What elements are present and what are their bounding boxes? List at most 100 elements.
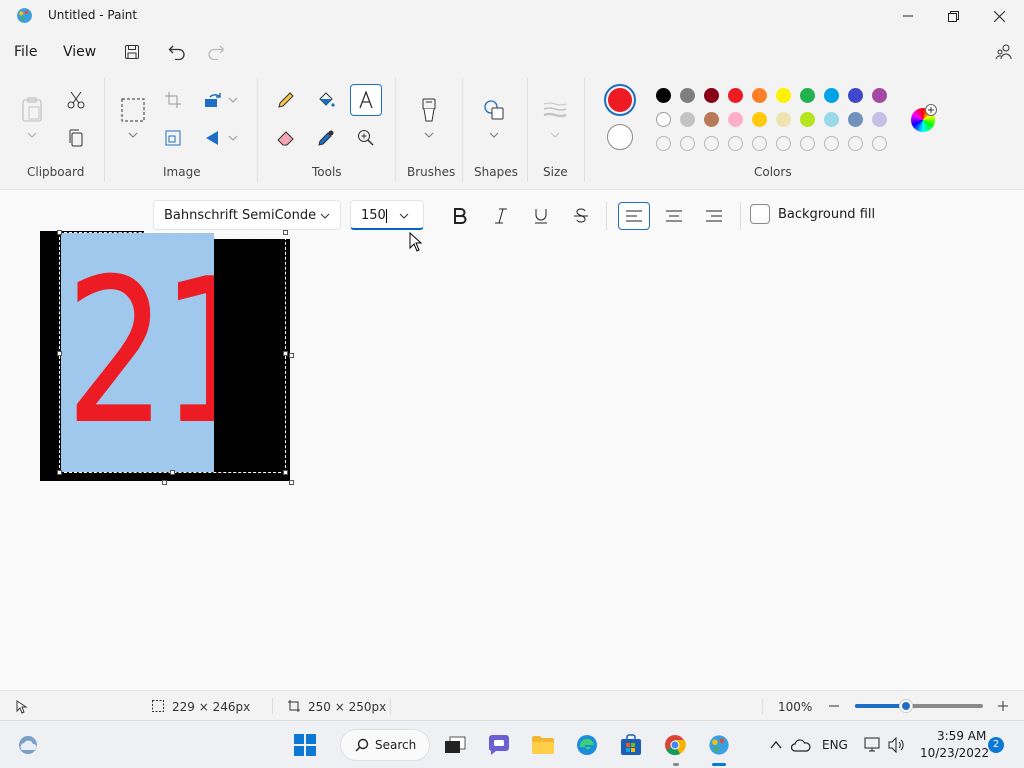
- volume-icon[interactable]: [888, 737, 906, 753]
- underline-button[interactable]: [525, 202, 557, 230]
- color-swatch[interactable]: [800, 112, 815, 127]
- align-right-button[interactable]: [698, 202, 730, 230]
- cut-button[interactable]: [62, 86, 90, 114]
- align-left-button[interactable]: [618, 202, 650, 230]
- chevron-up-icon[interactable]: [770, 740, 782, 750]
- magnifier-tool[interactable]: [352, 124, 380, 152]
- weather-widget[interactable]: [16, 733, 40, 757]
- paint-taskbar-button[interactable]: [707, 733, 731, 757]
- flip-button[interactable]: [199, 124, 227, 152]
- font-size-select[interactable]: 150: [350, 200, 424, 230]
- pencil-tool[interactable]: [272, 86, 300, 114]
- resize-handle[interactable]: [283, 470, 288, 475]
- rotate-button[interactable]: [199, 86, 227, 114]
- color-swatch[interactable]: [752, 136, 767, 151]
- select-button[interactable]: [119, 96, 147, 124]
- color-swatch[interactable]: [680, 136, 695, 151]
- teams-button[interactable]: [487, 733, 511, 757]
- start-button[interactable]: [293, 733, 317, 757]
- menu-file[interactable]: File: [14, 44, 37, 60]
- color-swatch[interactable]: [680, 88, 695, 103]
- fill-tool[interactable]: [312, 86, 340, 114]
- crop-button[interactable]: [159, 86, 187, 114]
- shapes-button[interactable]: [480, 96, 508, 124]
- background-fill-checkbox[interactable]: Background fill: [750, 204, 875, 224]
- account-button[interactable]: [993, 41, 1015, 63]
- resize-handle[interactable]: [57, 230, 62, 235]
- redo-button[interactable]: [205, 41, 227, 63]
- color-swatch[interactable]: [872, 136, 887, 151]
- color-swatch[interactable]: [728, 88, 743, 103]
- chrome-button[interactable]: [663, 733, 687, 757]
- color-swatch[interactable]: [776, 136, 791, 151]
- color-swatch[interactable]: [728, 136, 743, 151]
- color-swatch[interactable]: [848, 136, 863, 151]
- language-indicator[interactable]: ENG: [822, 738, 848, 752]
- strikethrough-button[interactable]: [565, 202, 597, 230]
- store-button[interactable]: [619, 733, 643, 757]
- align-center-button[interactable]: [658, 202, 690, 230]
- resize-handle[interactable]: [170, 470, 175, 475]
- color-swatch[interactable]: [824, 88, 839, 103]
- undo-button[interactable]: [166, 41, 188, 63]
- save-button[interactable]: [121, 41, 143, 63]
- zoom-out-icon[interactable]: [828, 700, 840, 712]
- eraser-tool[interactable]: [272, 124, 300, 152]
- color-swatch[interactable]: [872, 88, 887, 103]
- clock-time[interactable]: 3:59 AM: [937, 729, 986, 743]
- color-swatch[interactable]: [752, 112, 767, 127]
- resize-button[interactable]: [159, 124, 187, 152]
- copy-button[interactable]: [62, 124, 90, 152]
- italic-button[interactable]: [485, 202, 517, 230]
- color-swatch[interactable]: [704, 112, 719, 127]
- taskbar-search[interactable]: Search: [340, 729, 430, 761]
- color-picker-tool[interactable]: [312, 124, 340, 152]
- edge-button[interactable]: [575, 733, 599, 757]
- bold-button[interactable]: [444, 202, 476, 230]
- notification-badge[interactable]: 2: [988, 737, 1004, 753]
- canvas-resize-handle[interactable]: [162, 480, 167, 485]
- edit-colors-button[interactable]: [911, 104, 937, 132]
- brushes-button[interactable]: [415, 96, 443, 124]
- color-swatch[interactable]: [656, 112, 671, 127]
- color-swatch[interactable]: [800, 88, 815, 103]
- task-view-button[interactable]: [443, 733, 467, 757]
- secondary-color[interactable]: [607, 124, 633, 150]
- text-tool[interactable]: [350, 84, 382, 116]
- network-icon[interactable]: [864, 737, 882, 753]
- canvas-resize-handle[interactable]: [289, 480, 294, 485]
- color-swatch[interactable]: [656, 136, 671, 151]
- zoom-slider-thumb[interactable]: [899, 699, 914, 713]
- onedrive-icon[interactable]: [791, 738, 811, 752]
- font-family-select[interactable]: Bahnschrift SemiConde: [153, 200, 341, 230]
- color-swatch[interactable]: [680, 112, 695, 127]
- color-swatch[interactable]: [752, 88, 767, 103]
- color-swatch[interactable]: [728, 112, 743, 127]
- color-swatch[interactable]: [824, 136, 839, 151]
- color-swatch[interactable]: [704, 136, 719, 151]
- resize-handle[interactable]: [283, 351, 288, 356]
- file-explorer-button[interactable]: [531, 733, 555, 757]
- maximize-button[interactable]: [930, 0, 976, 32]
- color-swatch[interactable]: [824, 112, 839, 127]
- color-swatch[interactable]: [848, 88, 863, 103]
- minimize-button[interactable]: [885, 0, 931, 32]
- primary-color[interactable]: [604, 84, 636, 116]
- color-swatch[interactable]: [848, 112, 863, 127]
- menu-view[interactable]: View: [63, 44, 96, 60]
- size-button[interactable]: [541, 96, 569, 124]
- zoom-in-icon[interactable]: [997, 700, 1009, 712]
- color-swatch[interactable]: [800, 136, 815, 151]
- color-swatch[interactable]: [776, 88, 791, 103]
- canvas-resize-handle[interactable]: [289, 353, 294, 358]
- resize-handle[interactable]: [57, 351, 62, 356]
- color-swatch[interactable]: [656, 88, 671, 103]
- resize-handle[interactable]: [57, 470, 62, 475]
- clock-date[interactable]: 10/23/2022: [920, 746, 989, 760]
- color-swatch[interactable]: [704, 88, 719, 103]
- zoom-slider[interactable]: [855, 699, 983, 713]
- close-button[interactable]: [976, 0, 1022, 32]
- resize-handle[interactable]: [283, 230, 288, 235]
- color-swatch[interactable]: [776, 112, 791, 127]
- color-swatch[interactable]: [872, 112, 887, 127]
